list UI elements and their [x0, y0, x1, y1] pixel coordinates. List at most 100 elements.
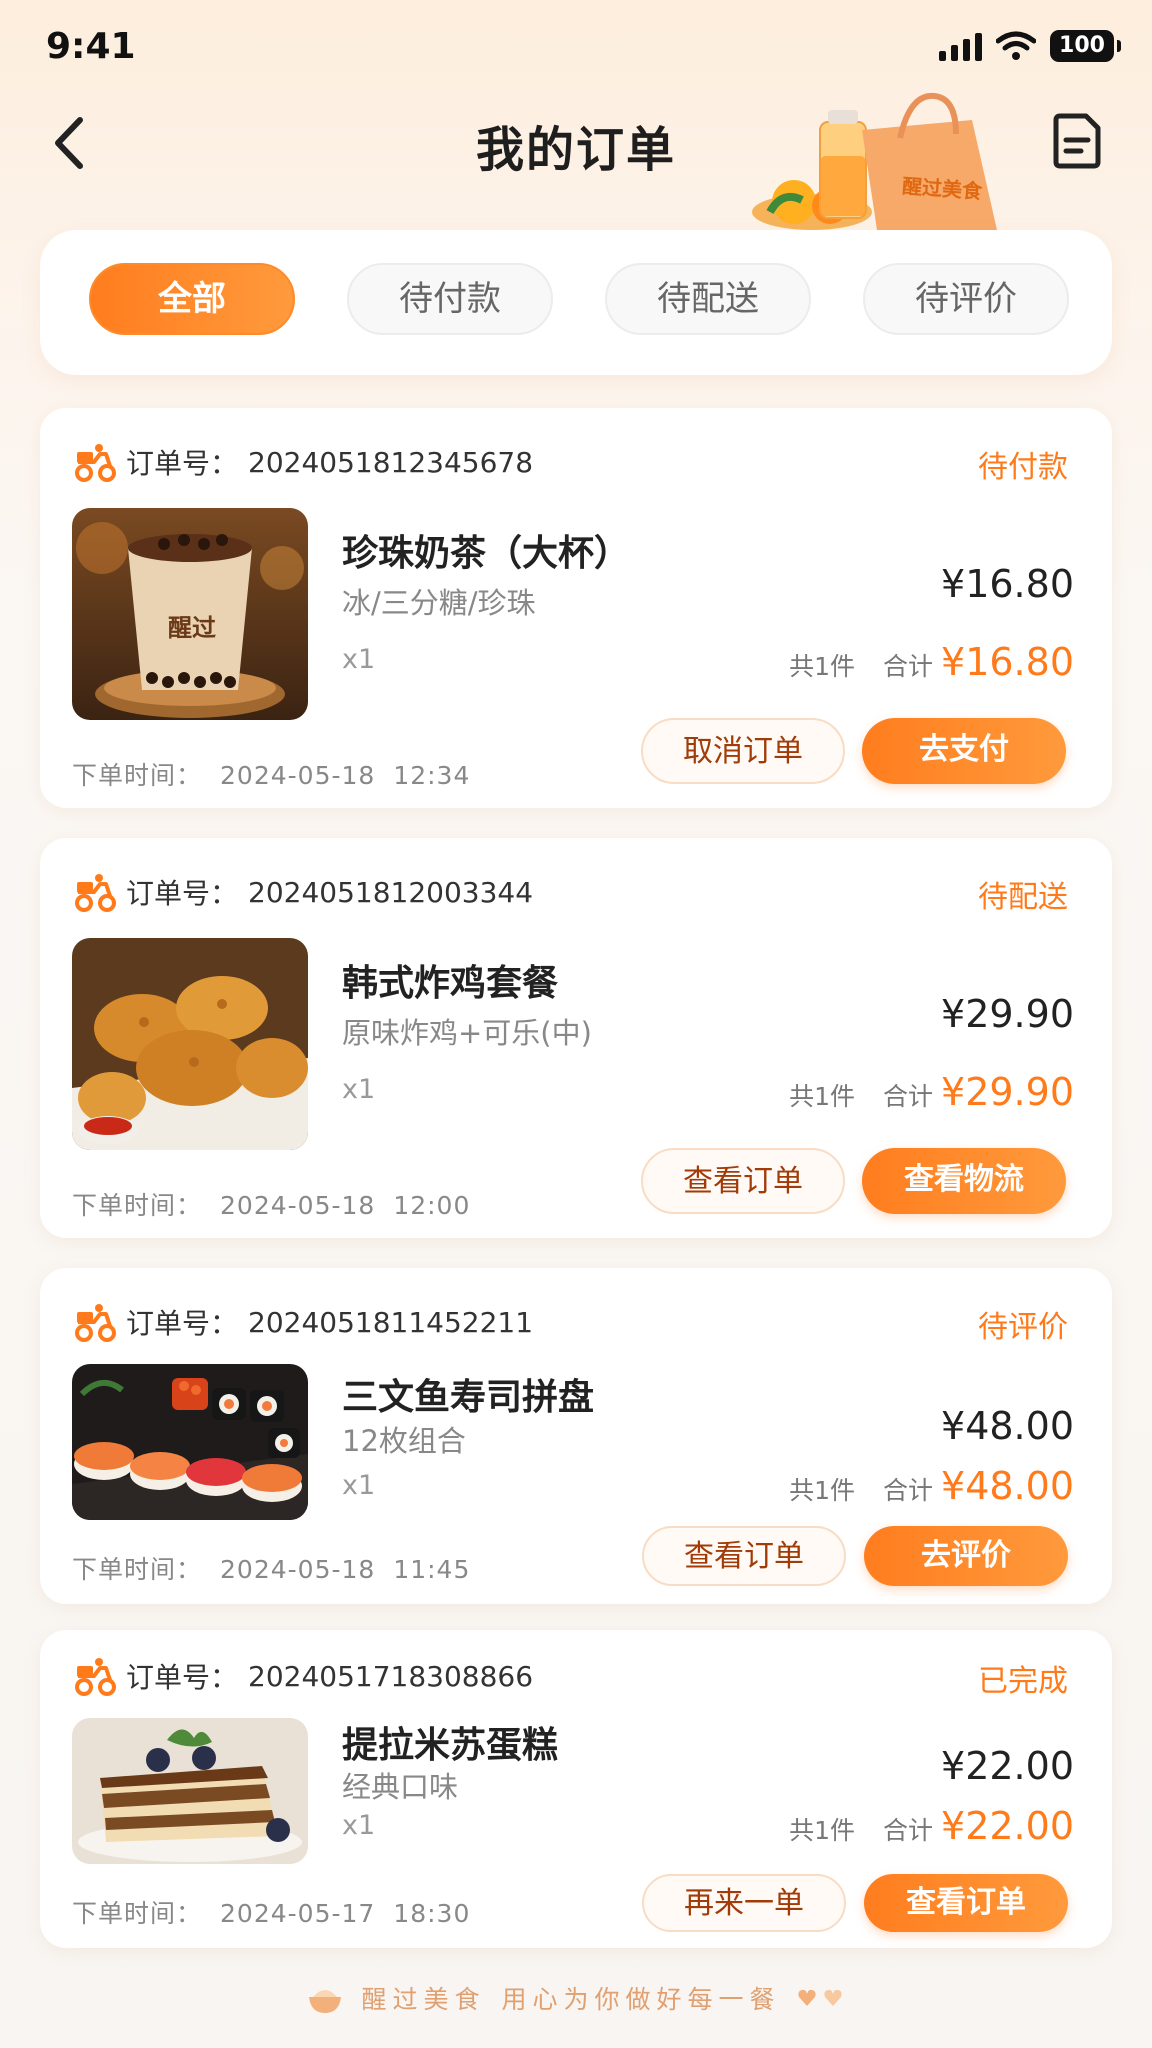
reorder-button[interactable]: 再来一单	[642, 1874, 846, 1932]
order-date: 2024-05-18	[220, 1555, 376, 1584]
order-number: 2024051812003344	[248, 875, 534, 909]
order-number-label: 订单号：	[126, 877, 239, 910]
cup-brand-text: 醒过	[168, 614, 216, 642]
unit-price: ¥16.80	[941, 562, 1074, 606]
unit-price: ¥29.90	[941, 992, 1074, 1036]
order-time-label: 下单时间：	[72, 761, 203, 790]
status-bar: 9:41 100	[0, 0, 1152, 100]
order-status: 待评价	[978, 1310, 1068, 1345]
item-count: 共1件	[789, 652, 856, 681]
order-clock: 11:45	[393, 1555, 471, 1584]
view-order-button[interactable]: 查看订单	[642, 1526, 846, 1586]
shopping-bag-illustration: 醒过美食	[752, 92, 997, 230]
item-name: 韩式炸鸡套餐	[342, 963, 559, 1004]
signal-icon	[939, 31, 982, 61]
battery-icon: 100	[1050, 30, 1121, 62]
order-time: 下单时间： 2024-05-18 12:00	[72, 1186, 470, 1222]
scooter-icon	[75, 444, 116, 482]
item-name: 三文鱼寿司拼盘	[342, 1377, 595, 1418]
nav-bar: 我的订单 醒过美食	[0, 90, 1152, 240]
item-spec: 原味炸鸡+可乐(中)	[342, 1016, 592, 1050]
item-quantity: x1	[342, 1810, 376, 1841]
order-number: 2024051718308866	[248, 1659, 534, 1693]
item-count: 共1件	[789, 1082, 856, 1111]
scooter-icon	[75, 1658, 116, 1696]
footer-brand: 醒过美食	[361, 1985, 486, 2014]
status-icons: 100	[939, 30, 1121, 62]
cancel-order-button[interactable]: 取消订单	[641, 718, 845, 784]
total-amount: ¥16.80	[941, 640, 1074, 684]
total-amount: ¥22.00	[941, 1804, 1074, 1848]
scooter-icon	[75, 1304, 116, 1342]
order-time: 下单时间： 2024-05-18 12:34	[72, 756, 470, 792]
total-label: 合计	[883, 1082, 934, 1111]
order-header: 订单号： 2024051718308866	[74, 1656, 533, 1696]
item-spec: 经典口味	[342, 1770, 459, 1804]
order-time-label: 下单时间：	[72, 1899, 203, 1928]
total-label: 合计	[883, 1816, 934, 1845]
tab-pending-delivery[interactable]: 待配送	[605, 263, 811, 335]
unit-price: ¥22.00	[941, 1744, 1074, 1788]
unit-price: ¥48.00	[941, 1404, 1074, 1448]
tab-pending-review[interactable]: 待评价	[863, 263, 1069, 335]
product-image-fried-chicken[interactable]	[72, 938, 308, 1150]
pay-button[interactable]: 去支付	[862, 718, 1066, 784]
wifi-icon	[996, 31, 1036, 60]
order-clock: 12:34	[393, 761, 471, 790]
order-card[interactable]: 订单号： 2024051812003344 待配送 韩式炸鸡套餐 原味炸鸡+可乐…	[40, 838, 1112, 1238]
rice-bowl-icon	[309, 1990, 342, 2013]
hearts-icon	[797, 1989, 842, 2006]
item-name: 提拉米苏蛋糕	[342, 1725, 559, 1766]
item-spec: 冰/三分糖/珍珠	[342, 586, 536, 620]
view-order-button[interactable]: 查看订单	[641, 1148, 845, 1214]
order-status: 待付款	[978, 450, 1068, 485]
order-time-label: 下单时间：	[72, 1191, 203, 1220]
order-status: 已完成	[978, 1664, 1068, 1699]
total-label: 合计	[883, 1476, 934, 1505]
total-amount: ¥29.90	[941, 1070, 1074, 1114]
item-count: 共1件	[789, 1476, 856, 1505]
order-total-row: 共1件 合计 ¥48.00	[789, 1464, 1074, 1508]
tab-pending-payment[interactable]: 待付款	[347, 263, 553, 335]
order-clock: 18:30	[393, 1899, 471, 1928]
view-order-button[interactable]: 查看订单	[864, 1874, 1068, 1932]
order-total-row: 共1件 合计 ¥16.80	[789, 640, 1074, 684]
scooter-icon	[75, 874, 116, 912]
order-time: 下单时间： 2024-05-17 18:30	[72, 1894, 470, 1930]
item-spec: 12枚组合	[342, 1424, 466, 1458]
item-name: 珍珠奶茶（大杯）	[342, 533, 631, 574]
order-number-label: 订单号：	[126, 1661, 239, 1694]
order-number: 2024051811452211	[248, 1305, 534, 1339]
order-date: 2024-05-17	[220, 1899, 376, 1928]
product-image-sushi[interactable]	[72, 1364, 308, 1520]
order-status: 待配送	[978, 880, 1068, 915]
product-image-milk-tea[interactable]: 醒过	[72, 508, 308, 720]
review-button[interactable]: 去评价	[864, 1526, 1068, 1586]
item-quantity: x1	[342, 1470, 376, 1501]
order-card[interactable]: 订单号： 2024051812345678 待付款 醒过 珍珠奶茶（大杯） 冰/…	[40, 408, 1112, 808]
document-icon[interactable]	[1048, 108, 1108, 174]
order-tabs: 全部 待付款 待配送 待评价	[40, 230, 1112, 375]
order-time: 下单时间： 2024-05-18 11:45	[72, 1550, 470, 1586]
order-clock: 12:00	[393, 1191, 471, 1220]
order-header: 订单号： 2024051812003344	[74, 872, 533, 912]
order-time-label: 下单时间：	[72, 1555, 203, 1584]
status-time: 9:41	[46, 26, 136, 67]
order-card[interactable]: 订单号： 2024051811452211 待评价 三文鱼寿司拼盘 12枚组合 …	[40, 1268, 1112, 1604]
item-quantity: x1	[342, 644, 376, 675]
footer: 醒过美食 用心为你做好每一餐	[0, 1980, 1152, 2016]
total-label: 合计	[883, 652, 934, 681]
order-total-row: 共1件 合计 ¥22.00	[789, 1804, 1074, 1848]
order-card[interactable]: 订单号： 2024051718308866 已完成 提拉米苏蛋糕 经典口味 x1…	[40, 1630, 1112, 1948]
track-delivery-button[interactable]: 查看物流	[862, 1148, 1066, 1214]
order-number: 2024051812345678	[248, 445, 534, 479]
order-header: 订单号： 2024051812345678	[74, 442, 533, 482]
item-count: 共1件	[789, 1816, 856, 1845]
footer-slogan: 用心为你做好每一餐	[501, 1985, 781, 2014]
item-quantity: x1	[342, 1074, 376, 1105]
product-image-tiramisu[interactable]	[72, 1718, 308, 1864]
order-number-label: 订单号：	[126, 1307, 239, 1340]
order-date: 2024-05-18	[220, 761, 376, 790]
order-number-label: 订单号：	[126, 447, 239, 480]
tab-all[interactable]: 全部	[89, 263, 295, 335]
